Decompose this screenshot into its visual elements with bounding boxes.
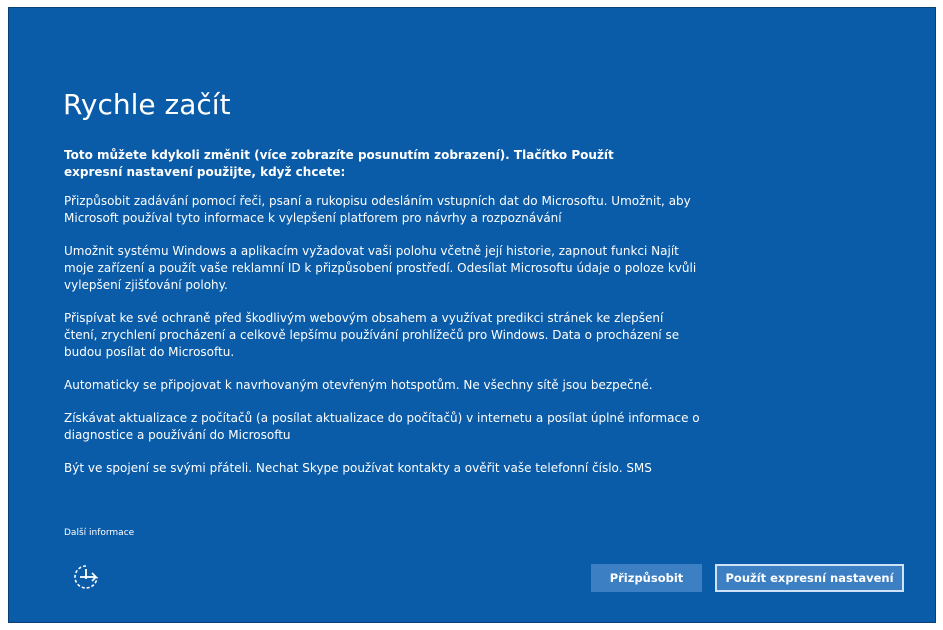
settings-paragraph-location: Umožnit systému Windows a aplikacím vyža… (64, 244, 697, 292)
settings-paragraph-browser: Přispívat ke své ochraně před škodlivým … (64, 311, 680, 359)
ease-of-access-icon[interactable] (71, 562, 101, 592)
express-settings-button[interactable]: Použít expresní nastavení (715, 564, 904, 592)
customize-button[interactable]: Přizpůsobit (591, 564, 702, 592)
settings-scroll-area[interactable]: Toto můžete kdykoli změnit (více zobrazí… (64, 147, 704, 504)
settings-paragraph-speech: Přizpůsobit zadávání pomocí řeči, psaní … (64, 194, 691, 225)
settings-paragraph-hotspots: Automaticky se připojovat k navrhovaným … (64, 378, 653, 392)
more-info-link[interactable]: Další informace (64, 528, 134, 538)
settings-paragraph-skype: Být ve spojení se svými přáteli. Nechat … (64, 461, 652, 475)
intro-text: Toto můžete kdykoli změnit (více zobrazí… (64, 148, 614, 179)
settings-paragraph-updates: Získávat aktualizace z počítačů (a posíl… (64, 411, 700, 442)
page-title: Rychle začít (63, 88, 231, 121)
setup-screen: Rychle začít Toto můžete kdykoli změnit … (8, 7, 936, 623)
